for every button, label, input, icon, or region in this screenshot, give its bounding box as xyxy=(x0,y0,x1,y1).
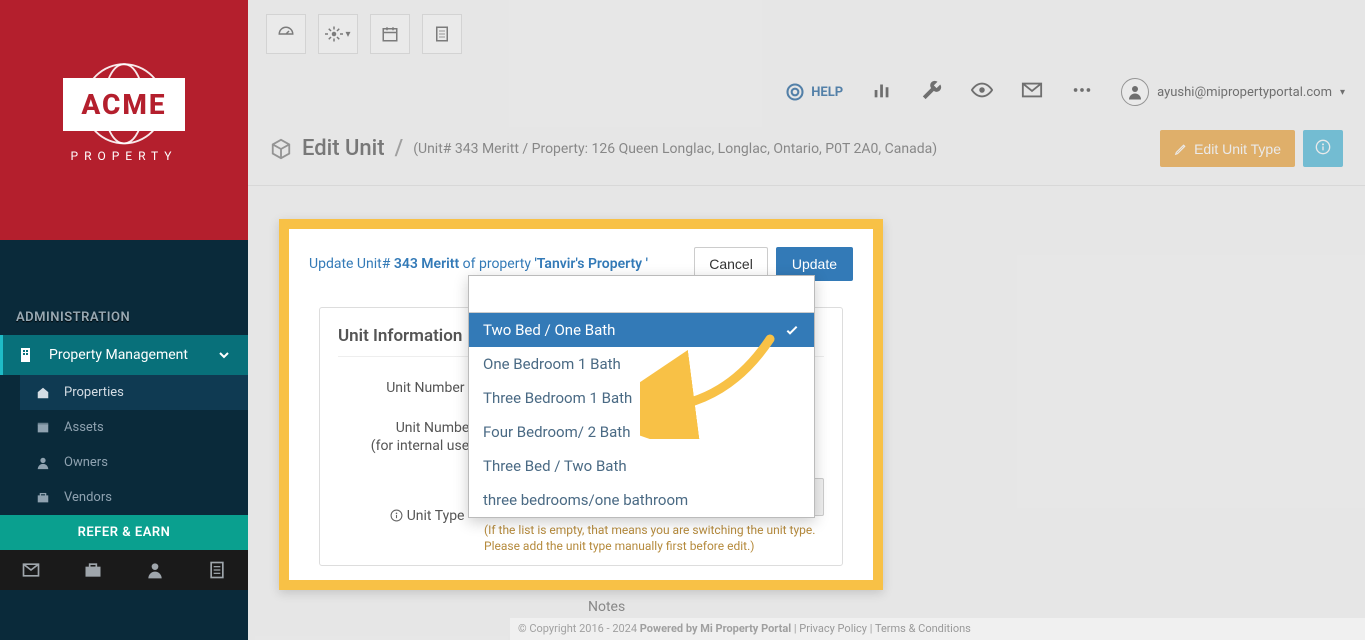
modal-title: Update Unit# 343 Meritt of property 'Tan… xyxy=(309,256,648,272)
chevron-down-icon xyxy=(216,347,232,363)
dropdown-option[interactable]: three bedrooms/one bathroom xyxy=(469,483,814,517)
dropdown-option-label: One Bedroom 1 Bath xyxy=(483,355,621,373)
briefcase-icon[interactable] xyxy=(83,560,103,580)
mail-icon[interactable] xyxy=(21,560,41,580)
info-icon xyxy=(390,509,403,522)
calculator-icon[interactable] xyxy=(207,560,227,580)
sidebar-item-assets[interactable]: Assets xyxy=(20,410,248,445)
dropdown-search-input[interactable] xyxy=(469,276,814,313)
footer-privacy-link[interactable]: Privacy Policy xyxy=(799,622,867,635)
dropdown-option[interactable]: Four Bedroom/ 2 Bath xyxy=(469,415,814,449)
brand-area: ACME PROPERTY xyxy=(0,0,248,240)
brand-subtitle: PROPERTY xyxy=(71,149,178,163)
sidebar-item-owners[interactable]: Owners xyxy=(20,445,248,480)
sidebar-item-properties[interactable]: Properties xyxy=(20,375,248,410)
label-unit-number-internal: Unit Number(for internal use) xyxy=(338,419,474,455)
sidebar-item-label: Properties xyxy=(64,385,124,400)
label-unit-number: Unit Number * xyxy=(338,379,474,397)
box-icon xyxy=(36,421,50,435)
sidebar-submenu: Properties Assets Owners Vendors xyxy=(0,375,248,515)
briefcase-icon xyxy=(36,491,50,505)
dropdown-option[interactable]: Two Bed / One Bath xyxy=(469,313,814,347)
dropdown-option-label: Two Bed / One Bath xyxy=(483,321,615,339)
dropdown-option-label: Four Bedroom/ 2 Bath xyxy=(483,423,630,441)
sidebar: ACME PROPERTY ADMINISTRATION Property Ma… xyxy=(0,0,248,640)
check-icon xyxy=(784,322,800,338)
dropdown-option-label: three bedrooms/one bathroom xyxy=(483,491,688,509)
label-unit-type: Unit Type * xyxy=(338,507,474,525)
dropdown-option-label: Three Bed / Two Bath xyxy=(483,457,627,475)
sidebar-item-label: Owners xyxy=(64,455,108,470)
dropdown-search-wrap xyxy=(469,276,814,313)
footer: © Copyright 2016 - 2024 Powered by Mi Pr… xyxy=(510,618,1365,640)
building-icon xyxy=(19,347,35,363)
user-icon[interactable] xyxy=(145,560,165,580)
sidebar-item-label: Property Management xyxy=(49,347,188,363)
modal-title-prefix: Update Unit# xyxy=(309,256,390,272)
unit-type-dropdown: Two Bed / One Bath One Bedroom 1 Bath Th… xyxy=(468,275,815,518)
brand-name: ACME xyxy=(81,88,166,121)
modal-title-property: 'Tanvir's Property ' xyxy=(534,256,647,272)
refer-earn-banner[interactable]: REFER & EARN xyxy=(0,515,248,550)
user-icon xyxy=(36,456,50,470)
sidebar-item-property-management[interactable]: Property Management xyxy=(0,335,248,375)
footer-copyright: © Copyright 2016 - 2024 xyxy=(518,622,640,635)
home-icon xyxy=(36,386,50,400)
modal-title-mid: of property xyxy=(463,256,535,272)
brand-logo: ACME PROPERTY xyxy=(39,55,209,185)
dropdown-option[interactable]: Three Bedroom 1 Bath xyxy=(469,381,814,415)
unit-type-hint: (If the list is empty, that means you ar… xyxy=(484,522,824,556)
dropdown-option[interactable]: Three Bed / Two Bath xyxy=(469,449,814,483)
sidebar-bottom-icons xyxy=(0,550,248,590)
sidebar-item-label: Vendors xyxy=(64,490,112,505)
dropdown-option-label: Three Bedroom 1 Bath xyxy=(483,389,632,407)
footer-powered: Powered by Mi Property Portal xyxy=(640,622,791,635)
footer-terms-link[interactable]: Terms & Conditions xyxy=(875,622,971,635)
modal-title-unit: 343 Meritt xyxy=(394,256,459,272)
sidebar-section-admin: ADMINISTRATION xyxy=(0,300,248,335)
sidebar-item-vendors[interactable]: Vendors xyxy=(20,480,248,515)
dropdown-option[interactable]: One Bedroom 1 Bath xyxy=(469,347,814,381)
sidebar-item-label: Assets xyxy=(64,420,104,435)
footer-sep: | xyxy=(867,622,875,635)
